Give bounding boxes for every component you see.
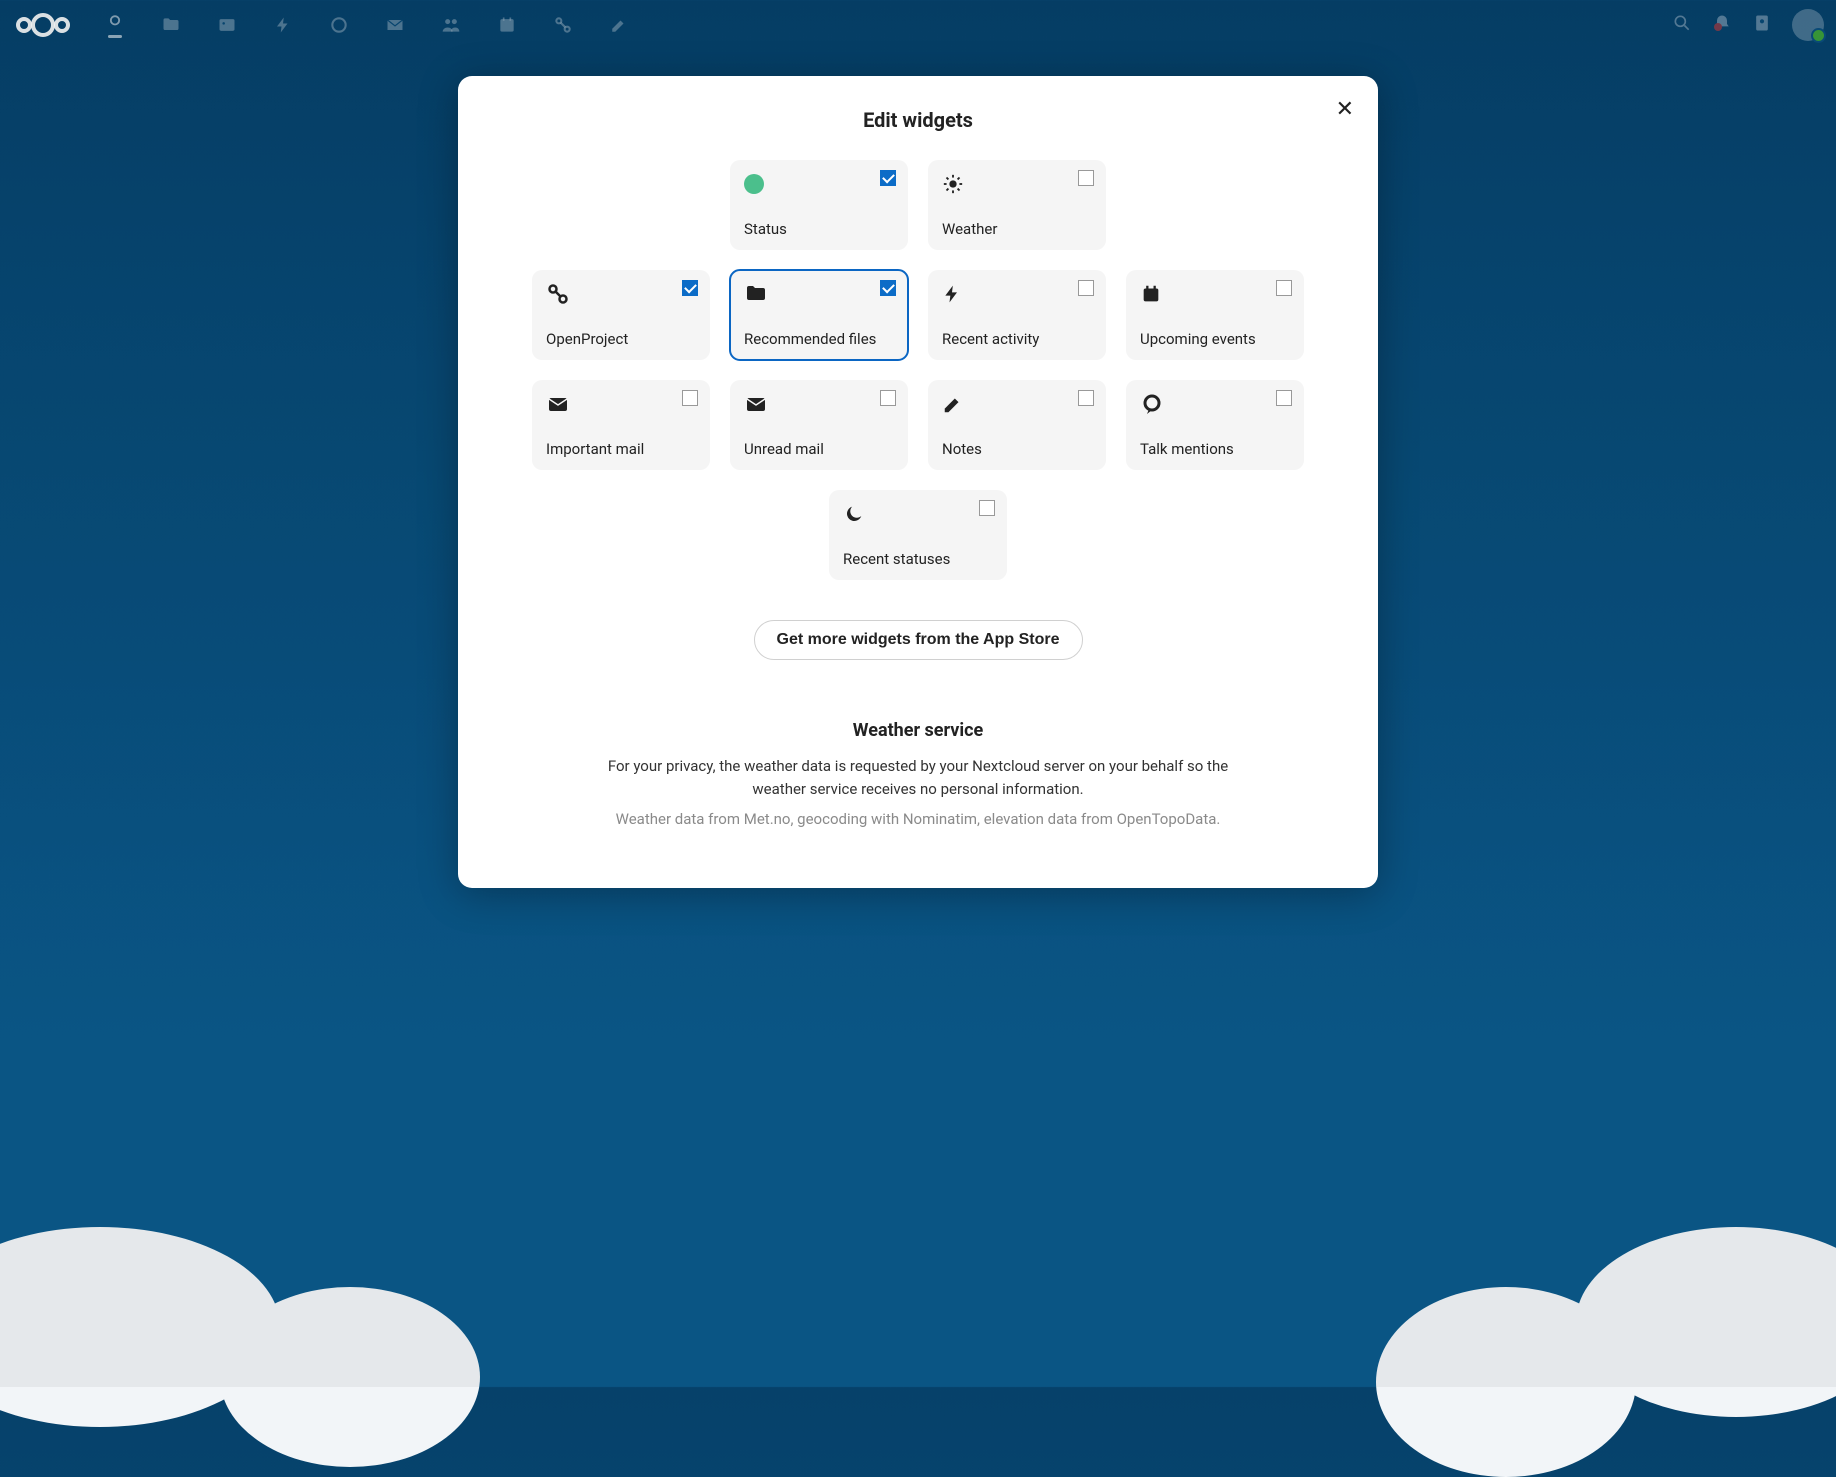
widget-label: OpenProject xyxy=(546,330,696,348)
pencil-icon xyxy=(942,392,966,416)
widget-checkbox[interactable] xyxy=(682,390,698,406)
edit-widgets-modal: ✕ Edit widgets Status Weather OpenProjec… xyxy=(458,76,1378,888)
close-button[interactable]: ✕ xyxy=(1336,96,1354,122)
widget-label: Upcoming events xyxy=(1140,330,1290,348)
widget-openproject[interactable]: OpenProject xyxy=(532,270,710,360)
weather-service-text: For your privacy, the weather data is re… xyxy=(598,755,1238,802)
widget-checkbox[interactable] xyxy=(1078,280,1094,296)
widget-recent-activity[interactable]: Recent activity xyxy=(928,270,1106,360)
widget-status[interactable]: Status xyxy=(730,160,908,250)
moon-icon xyxy=(843,502,867,526)
folder-icon xyxy=(744,282,768,306)
widget-label: Talk mentions xyxy=(1140,440,1290,458)
sun-icon xyxy=(942,172,966,196)
widget-label: Recent activity xyxy=(942,330,1092,348)
widget-label: Unread mail xyxy=(744,440,894,458)
talk-icon xyxy=(1140,392,1164,416)
widget-label: Recommended files xyxy=(744,330,894,348)
bolt-icon xyxy=(942,282,966,306)
widget-checkbox[interactable] xyxy=(979,500,995,516)
calendar-icon xyxy=(1140,282,1164,306)
status-dot-icon xyxy=(744,172,768,196)
widget-weather[interactable]: Weather xyxy=(928,160,1106,250)
widget-checkbox[interactable] xyxy=(1276,280,1292,296)
openproject-icon xyxy=(546,282,570,306)
widget-important-mail[interactable]: Important mail xyxy=(532,380,710,470)
modal-title: Edit widgets xyxy=(498,108,1338,132)
widget-checkbox[interactable] xyxy=(880,280,896,296)
widget-checkbox[interactable] xyxy=(682,280,698,296)
widget-label: Status xyxy=(744,220,894,238)
widget-recommended-files[interactable]: Recommended files xyxy=(730,270,908,360)
widget-label: Notes xyxy=(942,440,1092,458)
widget-unread-mail[interactable]: Unread mail xyxy=(730,380,908,470)
widget-checkbox[interactable] xyxy=(1078,390,1094,406)
widget-checkbox[interactable] xyxy=(1078,170,1094,186)
widget-grid: Status Weather OpenProject Recommended f… xyxy=(498,160,1338,580)
weather-service-title: Weather service xyxy=(498,720,1338,741)
widget-label: Weather xyxy=(942,220,1092,238)
widget-talk-mentions[interactable]: Talk mentions xyxy=(1126,380,1304,470)
widget-checkbox[interactable] xyxy=(880,390,896,406)
widget-recent-statuses[interactable]: Recent statuses xyxy=(829,490,1007,580)
widget-label: Important mail xyxy=(546,440,696,458)
widget-label: Recent statuses xyxy=(843,550,993,568)
widget-checkbox[interactable] xyxy=(1276,390,1292,406)
widget-checkbox[interactable] xyxy=(880,170,896,186)
get-more-widgets-button[interactable]: Get more widgets from the App Store xyxy=(754,620,1083,660)
weather-service-subtext: Weather data from Met.no, geocoding with… xyxy=(498,810,1338,828)
mail-icon xyxy=(744,392,768,416)
widget-upcoming-events[interactable]: Upcoming events xyxy=(1126,270,1304,360)
widget-notes[interactable]: Notes xyxy=(928,380,1106,470)
mail-icon xyxy=(546,392,570,416)
